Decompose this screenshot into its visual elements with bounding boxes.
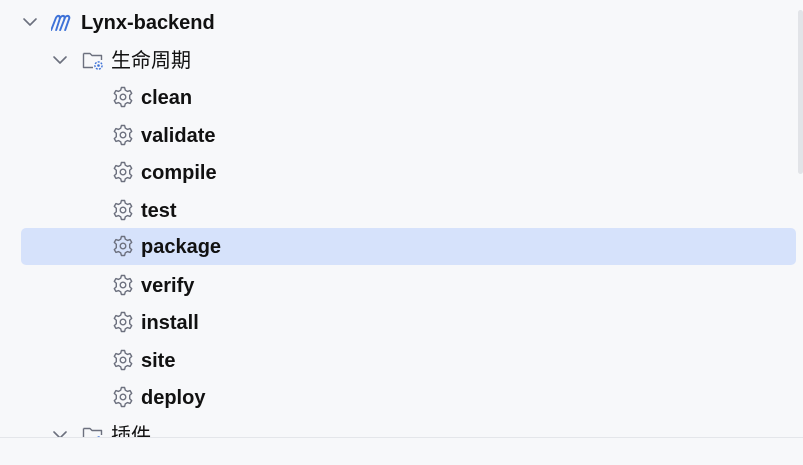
- gear-icon: [113, 349, 133, 371]
- phase-label: verify: [141, 275, 195, 297]
- vertical-scrollbar[interactable]: [797, 0, 803, 438]
- tree-row-phase-compile[interactable]: compile: [0, 154, 796, 191]
- gear-icon: [113, 124, 133, 146]
- maven-icon: [51, 14, 71, 31]
- phase-label: package: [141, 236, 222, 258]
- phase-label: clean: [141, 87, 193, 109]
- lifecycle-label: 生命周期: [111, 50, 191, 72]
- gear-icon: [113, 274, 133, 296]
- phase-label: test: [141, 200, 177, 222]
- tree-row-phase-package[interactable]: package: [21, 228, 796, 265]
- tree-row-phase-site[interactable]: site: [0, 342, 796, 379]
- tree-row-lifecycle[interactable]: 生命周期: [0, 42, 796, 79]
- tree-row-phase-install[interactable]: install: [0, 304, 796, 341]
- scrollbar-thumb[interactable]: [798, 10, 803, 174]
- maven-tool-window-tree: Lynx-backend 生命周期 clean validate compile…: [0, 0, 803, 438]
- gear-icon: [113, 161, 133, 183]
- phase-label: site: [141, 350, 176, 372]
- gear-icon: [113, 386, 133, 408]
- phase-label: compile: [141, 162, 217, 184]
- gear-icon: [113, 235, 133, 257]
- chevron-down-icon[interactable]: [50, 50, 70, 70]
- folder-gear-icon: [82, 52, 103, 70]
- tree-row-phase-test[interactable]: test: [0, 192, 796, 229]
- folder-gear-icon: [82, 427, 103, 438]
- phase-label: validate: [141, 125, 216, 147]
- gear-icon: [113, 311, 133, 333]
- chevron-down-icon[interactable]: [20, 12, 40, 32]
- tree-row-phase-validate[interactable]: validate: [0, 117, 796, 154]
- tree-row-plugins[interactable]: 插件: [0, 417, 796, 438]
- tree-row-phase-clean[interactable]: clean: [0, 79, 796, 116]
- project-name: Lynx-backend: [81, 12, 215, 34]
- gear-icon: [113, 86, 133, 108]
- tree-row-project[interactable]: Lynx-backend: [0, 4, 796, 41]
- gear-icon: [113, 199, 133, 221]
- plugins-label: 插件: [111, 425, 151, 438]
- phase-label: deploy: [141, 387, 206, 409]
- bottom-panel: [0, 437, 803, 465]
- phase-label: install: [141, 312, 199, 334]
- tree-row-phase-deploy[interactable]: deploy: [0, 379, 796, 416]
- tree-row-phase-verify[interactable]: verify: [0, 267, 796, 304]
